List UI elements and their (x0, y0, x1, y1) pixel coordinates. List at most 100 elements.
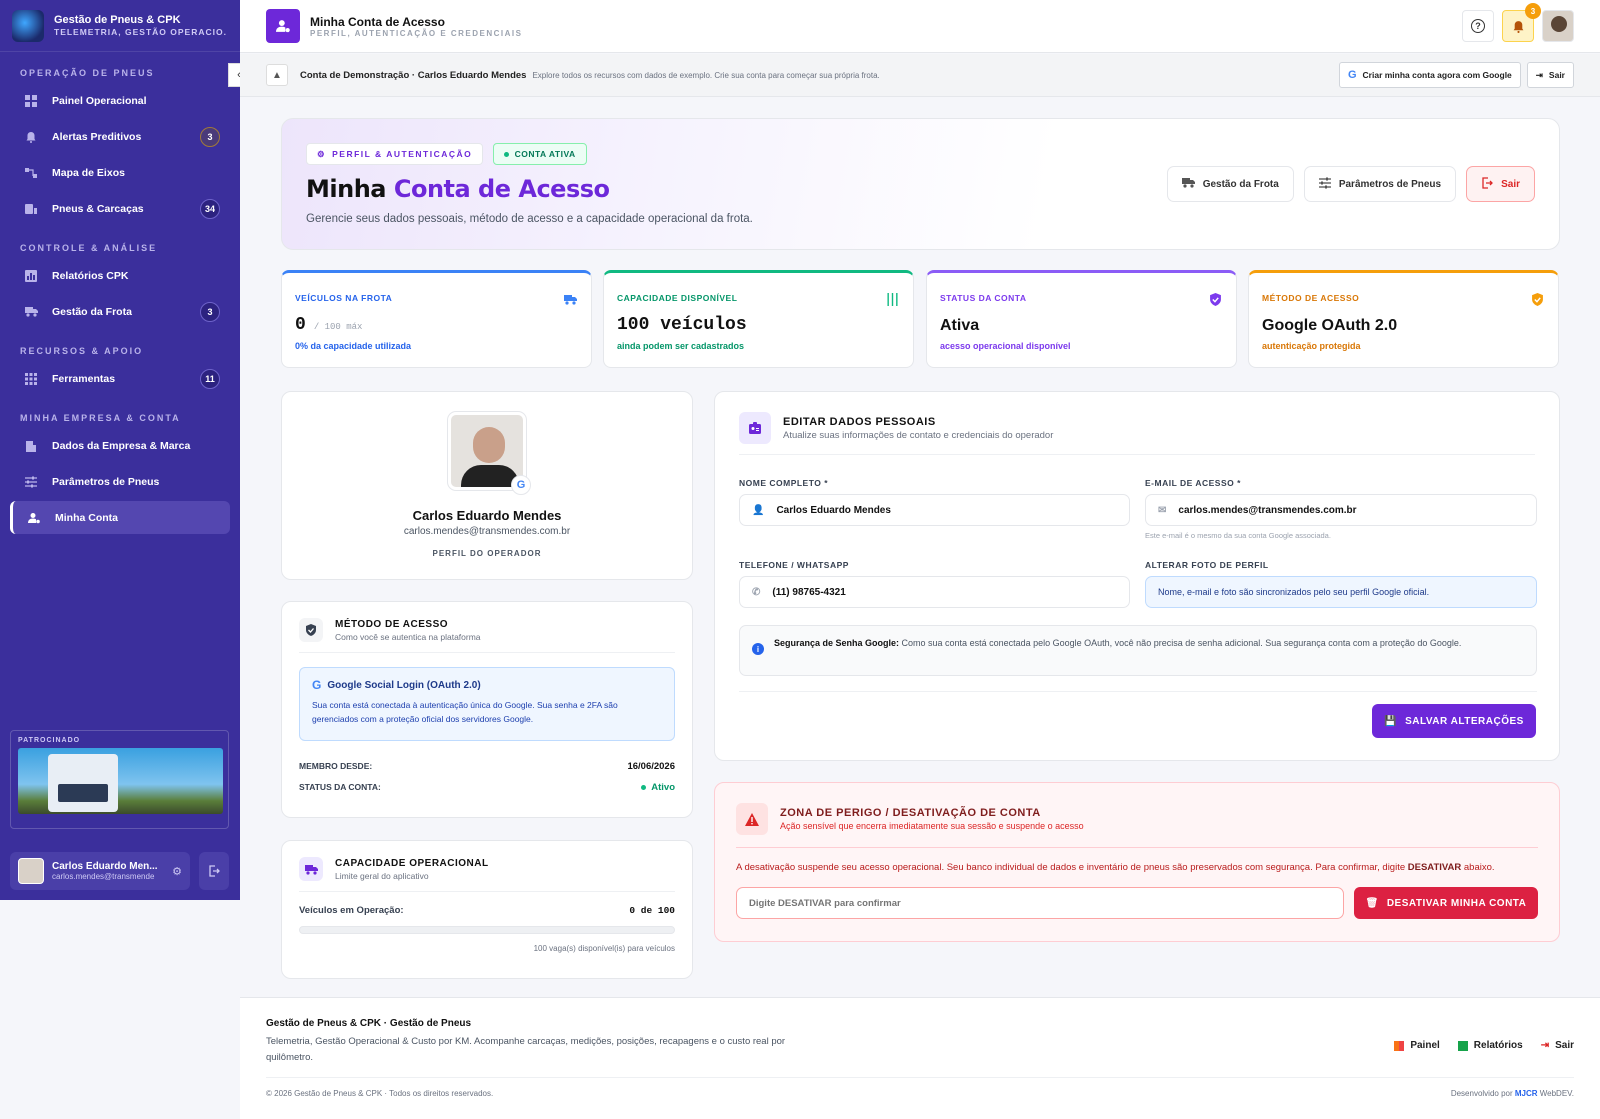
sidebar-logout-button[interactable] (199, 852, 229, 890)
user-icon: 👤 (752, 504, 765, 516)
dev-prefix: Desenvolvido por (1450, 1089, 1515, 1098)
danger-text-a: A desativação suspende seu acesso operac… (736, 862, 1408, 873)
sidebar-item-minha-conta[interactable]: Minha Conta (10, 501, 230, 534)
report-icon (24, 269, 38, 283)
count-badge: 3 (200, 126, 220, 147)
sidebar-item-label: Relatórios CPK (52, 269, 129, 282)
phone-field[interactable]: ✆ (11) 98765-4321 (739, 576, 1130, 608)
pill-label: PERFIL & AUTENTICAÇÃO (332, 149, 473, 159)
grid-icon (24, 372, 38, 386)
email-field[interactable]: ✉ carlos.mendes@transmendes.com.br (1145, 494, 1537, 526)
fleet-button[interactable]: Gestão da Frota (1166, 166, 1294, 202)
stat-value: Ativa (940, 317, 980, 334)
sidebar-item-dados-da-empresa[interactable]: Dados da Empresa & Marca (10, 429, 230, 462)
user-name: Carlos Eduardo Men... (52, 861, 158, 872)
trash-icon: 🗑 (1365, 897, 1379, 909)
page-subtitle: PERFIL, AUTENTICAÇÃO E CREDENCIAIS (310, 28, 523, 38)
footer-link-logout[interactable]: ⇥ Sair (1541, 1040, 1574, 1051)
access-method-card: MÉTODO DE ACESSO Como você se autentica … (281, 601, 693, 818)
user-email: carlos.mendes@transmende (52, 872, 155, 881)
save-button[interactable]: 💾 SALVAR ALTERAÇÕES (1372, 704, 1536, 738)
status-dot (503, 151, 509, 157)
truck-icon (24, 305, 38, 319)
gear-icon[interactable]: ⚙ (172, 865, 182, 878)
pin-icon: ▲ (266, 64, 288, 86)
sidebar-item-painel-operacional[interactable]: Painel Operacional (10, 84, 230, 117)
sidebar-section-title: MINHA EMPRESA & CONTA (20, 413, 181, 423)
count-badge: 34 (200, 198, 220, 219)
profile-card: G Carlos Eduardo Mendes carlos.mendes@tr… (281, 391, 693, 580)
create-account-google-button[interactable]: G Criar minha conta agora com Google (1338, 62, 1521, 88)
field-value: (11) 98765-4321 (772, 586, 846, 598)
security-notice: i Segurança de Senha Google: Como sua co… (739, 625, 1537, 676)
deactivate-confirm-input[interactable] (736, 887, 1344, 919)
sidebar-item-label: Painel Operacional (52, 94, 147, 107)
sidebar-item-parametros-de-pneus[interactable]: Parâmetros de Pneus (10, 465, 230, 498)
stat-sub: acesso operacional disponível (940, 341, 1071, 351)
sliders-icon (1318, 177, 1331, 192)
page-title: Minha Conta de Acesso (310, 14, 445, 29)
sponsor-banner[interactable]: PATROCINADO (10, 730, 229, 829)
info-icon: i (752, 643, 764, 655)
sidebar-header[interactable]: Gestão de Pneus & CPK TELEMETRIA, GESTÃO… (0, 0, 240, 52)
user-gear-icon: ⚙ (317, 148, 327, 159)
deactivate-account-button[interactable]: 🗑 DESATIVAR MINHA CONTA (1354, 887, 1538, 919)
security-text: Como sua conta está conectada pelo Googl… (899, 638, 1462, 648)
tire-params-button[interactable]: Parâmetros de Pneus (1303, 166, 1457, 202)
profile-name: Carlos Eduardo Mendes (412, 508, 562, 523)
sidebar-item-pneus-carcacas[interactable]: Pneus & Carcaças 34 (10, 192, 230, 225)
profile-email: carlos.mendes@transmendes.com.br (403, 526, 571, 537)
member-since-label: MEMBRO DESDE: (299, 761, 373, 771)
logout-icon: ⇥ (1540, 1040, 1550, 1051)
sidebar-section-title: OPERAÇÃO DE PNEUS (20, 68, 155, 78)
help-button[interactable]: ? (1462, 10, 1494, 42)
notifications-button[interactable]: 3 (1502, 3, 1541, 42)
sidebar-item-label: Gestão da Frota (52, 305, 132, 318)
phone-icon: ✆ (752, 586, 761, 598)
logout-icon (1481, 176, 1494, 192)
demo-logout-button[interactable]: ⇥ Sair (1526, 62, 1574, 88)
sidebar-item-gestao-da-frota[interactable]: Gestão da Frota 3 (10, 295, 230, 328)
security-title: Segurança de Senha Google: (774, 638, 900, 648)
shield-check-icon (1210, 293, 1221, 306)
field-value: Carlos Eduardo Mendes (776, 504, 891, 516)
google-icon: G (511, 475, 531, 495)
danger-zone-card: ZONA DE PERIGO / DESATIVAÇÃO DE CONTA Aç… (714, 782, 1560, 942)
google-icon: G (1347, 69, 1357, 81)
dev-suffix: WebDEV. (1537, 1089, 1574, 1098)
logout-button[interactable]: Sair (1466, 166, 1535, 202)
sliders-icon (887, 293, 898, 306)
app-logo (12, 9, 44, 42)
bell-icon (24, 130, 38, 144)
footer-link-reports[interactable]: Relatórios (1457, 1040, 1523, 1051)
stat-label: VEÍCULOS NA FROTA (295, 293, 393, 303)
full-name-field[interactable]: 👤 Carlos Eduardo Mendes (739, 494, 1130, 526)
capacity-progress-bar (299, 926, 675, 934)
user-card[interactable]: Carlos Eduardo Men... carlos.mendes@tran… (10, 852, 190, 890)
demo-text: Explore todos os recursos com dados de e… (532, 70, 880, 80)
count-badge: 11 (200, 368, 220, 389)
capacity-value: 0 de 100 (629, 905, 675, 916)
dev-brand[interactable]: MJCR (1515, 1089, 1538, 1098)
shield-check-icon (1532, 293, 1543, 306)
hero-description: Gerencie seus dados pessoais, método de … (306, 213, 753, 225)
section-title: ZONA DE PERIGO / DESATIVAÇÃO DE CONTA (780, 807, 1041, 819)
sidebar-section-title: RECURSOS & APOIO (20, 346, 144, 356)
button-label: Sair (1548, 70, 1565, 80)
avatar[interactable] (1542, 10, 1574, 42)
hero-card: ⚙ PERFIL & AUTENTICAÇÃO CONTA ATIVA Minha… (281, 118, 1560, 250)
status-text: Ativo (651, 782, 675, 793)
box-text: Sua conta está conectada à autenticação … (312, 700, 618, 724)
member-since-value: 16/06/2026 (627, 761, 675, 772)
section-subtitle: Atualize suas informações de contato e c… (783, 429, 1054, 441)
stat-card-vehicles: VEÍCULOS NA FROTA 0 / 100 máx 0% da capac… (281, 270, 592, 368)
footer-link-panel[interactable]: Painel (1394, 1040, 1440, 1051)
sidebar-item-relatorios-cpk[interactable]: Relatórios CPK (10, 259, 230, 292)
sidebar-item-alertas-preditivos[interactable]: Alertas Preditivos 3 (10, 120, 230, 153)
sidebar-item-ferramentas[interactable]: Ferramentas 11 (10, 362, 230, 395)
stat-label: CAPACIDADE DISPONÍVEL (617, 293, 738, 303)
sidebar-item-mapa-de-eixos[interactable]: Mapa de Eixos (10, 156, 230, 189)
field-label: E-MAIL DE ACESSO * (1145, 478, 1241, 488)
stat-label: MÉTODO DE ACESSO (1262, 293, 1360, 303)
footer: Gestão de Pneus & CPK · Gestão de Pneus … (240, 997, 1600, 1119)
